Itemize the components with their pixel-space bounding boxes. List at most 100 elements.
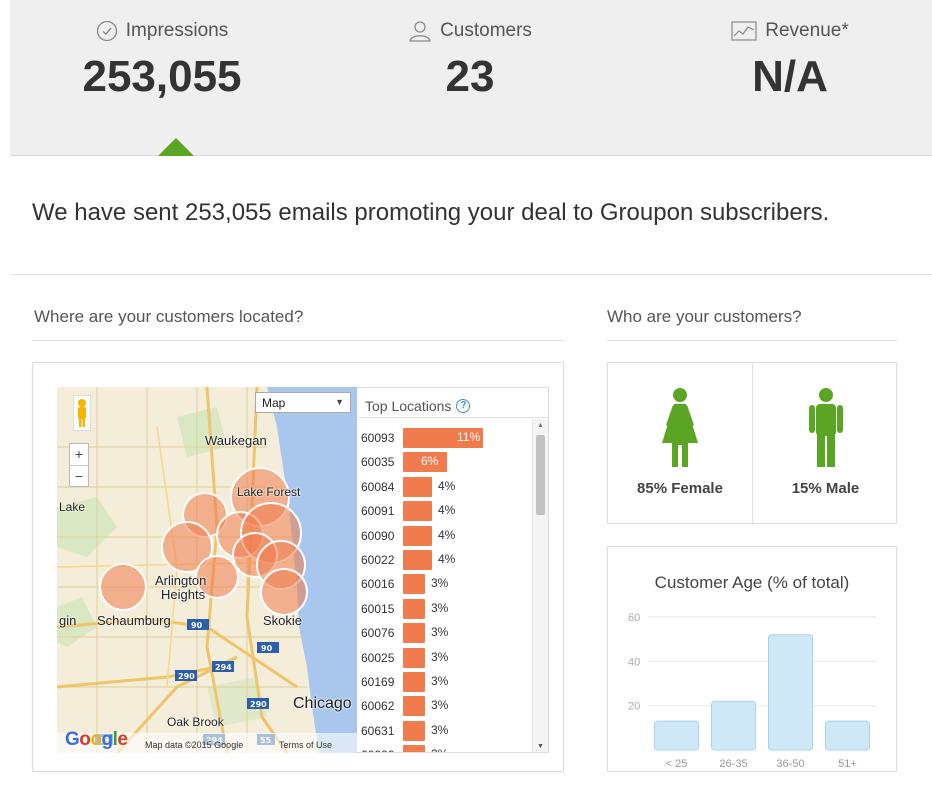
zip-code: 60084 [361,479,395,494]
location-share-bar [403,671,425,692]
location-share-bar [403,476,432,497]
user-icon [408,20,432,42]
male-column: 15% Male [753,363,898,523]
top-location-row: 60091 4% [357,499,533,523]
location-share-percent: 4% [438,551,456,566]
female-column: 85% Female [608,363,753,523]
zip-code: 60090 [361,528,395,543]
map-footer: Google Map data ©2015 Google Terms of Us… [57,729,357,753]
svg-text:90: 90 [191,621,203,630]
stat-value: 23 [445,52,495,101]
zip-code: 60091 [361,504,395,519]
google-logo: Google [65,729,128,750]
zip-code: 60169 [361,674,395,689]
top-locations-panel: Top Locations ? 60093 11% 60035 6% 60084 4% 60… [357,387,549,753]
location-share-percent: 3% [431,722,449,737]
map-city-label: Skokie [263,613,303,628]
age-chart: 20 40 60 < 25 26-35 36-50 51+ [628,612,876,770]
zoom-in-button[interactable]: + [70,444,88,465]
map-zoom-control: + − [69,443,89,487]
zip-code: 60015 [361,601,395,616]
location-share-percent: 3% [431,625,449,640]
location-share-bar [403,525,432,546]
scroll-up-arrow-icon[interactable]: ▲ [537,422,544,429]
stats-header: Impressions 253,055 Customers 23 Revenue… [10,0,932,156]
summary-message: We have sent 253,055 emails promoting yo… [32,199,830,226]
stat-revenue[interactable]: Revenue* N/A [710,14,870,102]
stat-label: Customers [440,20,532,41]
scroll-thumb[interactable] [536,435,545,515]
location-share-percent: 4% [438,527,456,542]
stat-value: 253,055 [82,52,242,101]
dropdown-arrow-icon: ▼ [335,397,344,407]
age-bar[interactable] [711,700,756,751]
divider [32,340,564,341]
divider [10,274,932,275]
x-tick-label: 26-35 [719,758,747,770]
zoom-out-button[interactable]: − [70,465,88,486]
street-view-pegman-icon[interactable] [73,395,91,431]
top-locations-scrollbar[interactable]: ▲ ▼ [532,419,548,752]
zip-code: 60025 [361,650,395,665]
zip-code: 60062 [361,699,395,714]
x-tick-label: 51+ [838,758,857,770]
zip-code: 60060 [361,748,394,752]
location-share-percent: 3% [431,698,449,713]
location-share-bar [403,549,432,570]
y-tick-label: 60 [628,612,640,624]
map-data-attribution: Map data ©2015 Google [145,740,244,750]
map-terms-link[interactable]: Terms of Use [279,740,332,750]
scroll-down-arrow-icon[interactable]: ▼ [537,743,544,750]
age-bar[interactable] [654,720,699,751]
location-share-percent: 4% [438,478,456,493]
location-share-percent: 3% [431,649,449,664]
age-chart-card: Customer Age (% of total) 20 40 60 < 25 26-3… [607,546,897,772]
y-tick-label: 20 [628,701,640,713]
map-type-select[interactable]: Map ▼ [255,392,351,413]
location-share-bar [403,501,432,522]
check-circle-icon [96,20,118,42]
stat-label: Impressions [125,20,229,41]
map-type-value: Map [262,396,286,410]
zip-code: 60035 [361,455,395,470]
stat-customers[interactable]: Customers 23 [390,14,550,102]
top-location-row: 60035 6% [357,450,533,474]
male-share-label: 15% Male [791,480,860,497]
stat-impressions[interactable]: Impressions 253,055 [72,14,252,102]
map-city-label: Waukegan [205,433,267,448]
map-city-label: Chicago [293,695,352,712]
top-location-row: 60631 3% [357,719,533,743]
location-share-percent: 3% [431,576,449,591]
location-share-bar [403,647,425,668]
active-tab-caret [158,138,194,156]
top-locations-header: Top Locations ? [357,388,548,418]
zip-code: 60631 [361,723,395,738]
map-city-label: Heights [161,587,206,602]
location-share-bar [403,574,425,595]
location-share-percent: 3% [431,600,449,615]
help-icon[interactable]: ? [456,398,471,413]
top-location-row: 60093 11% [357,426,533,450]
svg-text:90: 90 [261,644,273,653]
location-share-bar [403,720,425,741]
top-location-row: 60169 3% [357,670,533,694]
age-bar[interactable] [825,720,870,751]
age-bar[interactable] [768,634,813,751]
male-figure-icon [808,387,844,474]
map-city-label: Schaumburg [97,613,171,628]
location-card: 90 90 294 290 290 88 294 55 [32,362,564,772]
location-share-percent: 3% [431,747,448,752]
location-share-percent: 3% [431,673,449,688]
top-location-row: 60084 4% [357,475,533,499]
map-city-label: Lake Forest [237,485,301,499]
map-city-label: gin [59,613,77,628]
zip-code: 60022 [361,552,395,567]
x-tick-label: 36-50 [776,758,804,770]
gender-card: 85% Female 15% Male [607,362,897,524]
svg-text:294: 294 [215,663,232,672]
customer-map[interactable]: 90 90 294 290 290 88 294 55 [57,387,357,753]
location-share-bar [403,598,425,619]
top-location-row: 60062 3% [357,694,533,718]
y-tick-label: 40 [628,656,640,668]
line-chart-icon [731,21,757,41]
